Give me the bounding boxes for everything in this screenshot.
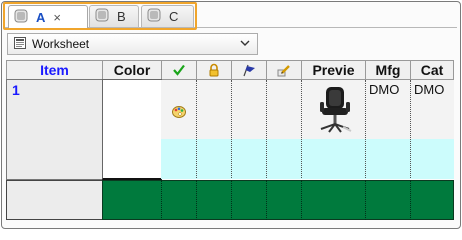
worksheet-dropdown[interactable]: Worksheet — [7, 33, 258, 55]
new-row-band[interactable] — [102, 180, 454, 220]
worksheet-icon — [13, 36, 27, 53]
grid-divider — [161, 180, 162, 220]
grid-divider — [301, 180, 302, 220]
row-number: 1 — [12, 82, 20, 98]
header-preview[interactable]: Previe — [301, 60, 366, 80]
tab-group-highlight — [3, 2, 197, 30]
grid-divider — [266, 180, 267, 220]
grid-divider — [301, 80, 302, 178]
grid-divider — [231, 80, 232, 178]
cat-cell[interactable]: DMO — [414, 82, 444, 97]
header-edit[interactable] — [266, 60, 302, 80]
worksheet-grid: Item Color Previe Mfg Cat 1 DMO DMO — [6, 60, 454, 220]
row-header-new[interactable] — [6, 180, 103, 220]
grid-divider — [410, 180, 411, 220]
lock-icon — [209, 63, 219, 77]
checkmark-icon — [173, 64, 185, 76]
header-lock[interactable] — [196, 60, 232, 80]
grid-divider — [231, 180, 232, 220]
chevron-down-icon[interactable] — [240, 38, 250, 51]
grid-divider — [365, 180, 366, 220]
grid-divider — [196, 80, 197, 178]
grid-divider — [365, 80, 366, 178]
palette-icon[interactable] — [171, 104, 187, 125]
row-header-1[interactable]: 1 — [6, 79, 103, 180]
header-flag[interactable] — [231, 60, 267, 80]
flag-icon — [243, 64, 255, 77]
header-color[interactable]: Color — [102, 60, 162, 80]
header-mfg[interactable]: Mfg — [365, 60, 411, 80]
header-item[interactable]: Item — [6, 60, 103, 80]
grid-divider — [410, 80, 411, 178]
grid-divider — [196, 180, 197, 220]
office-chair-icon[interactable] — [317, 86, 353, 139]
header-cat[interactable]: Cat — [410, 60, 454, 80]
header-checkmark[interactable] — [161, 60, 197, 80]
mfg-cell[interactable]: DMO — [369, 82, 399, 97]
dropdown-value: Worksheet — [32, 37, 90, 51]
edit-icon — [277, 65, 290, 77]
grid-divider — [266, 80, 267, 178]
color-cell[interactable] — [102, 79, 162, 180]
